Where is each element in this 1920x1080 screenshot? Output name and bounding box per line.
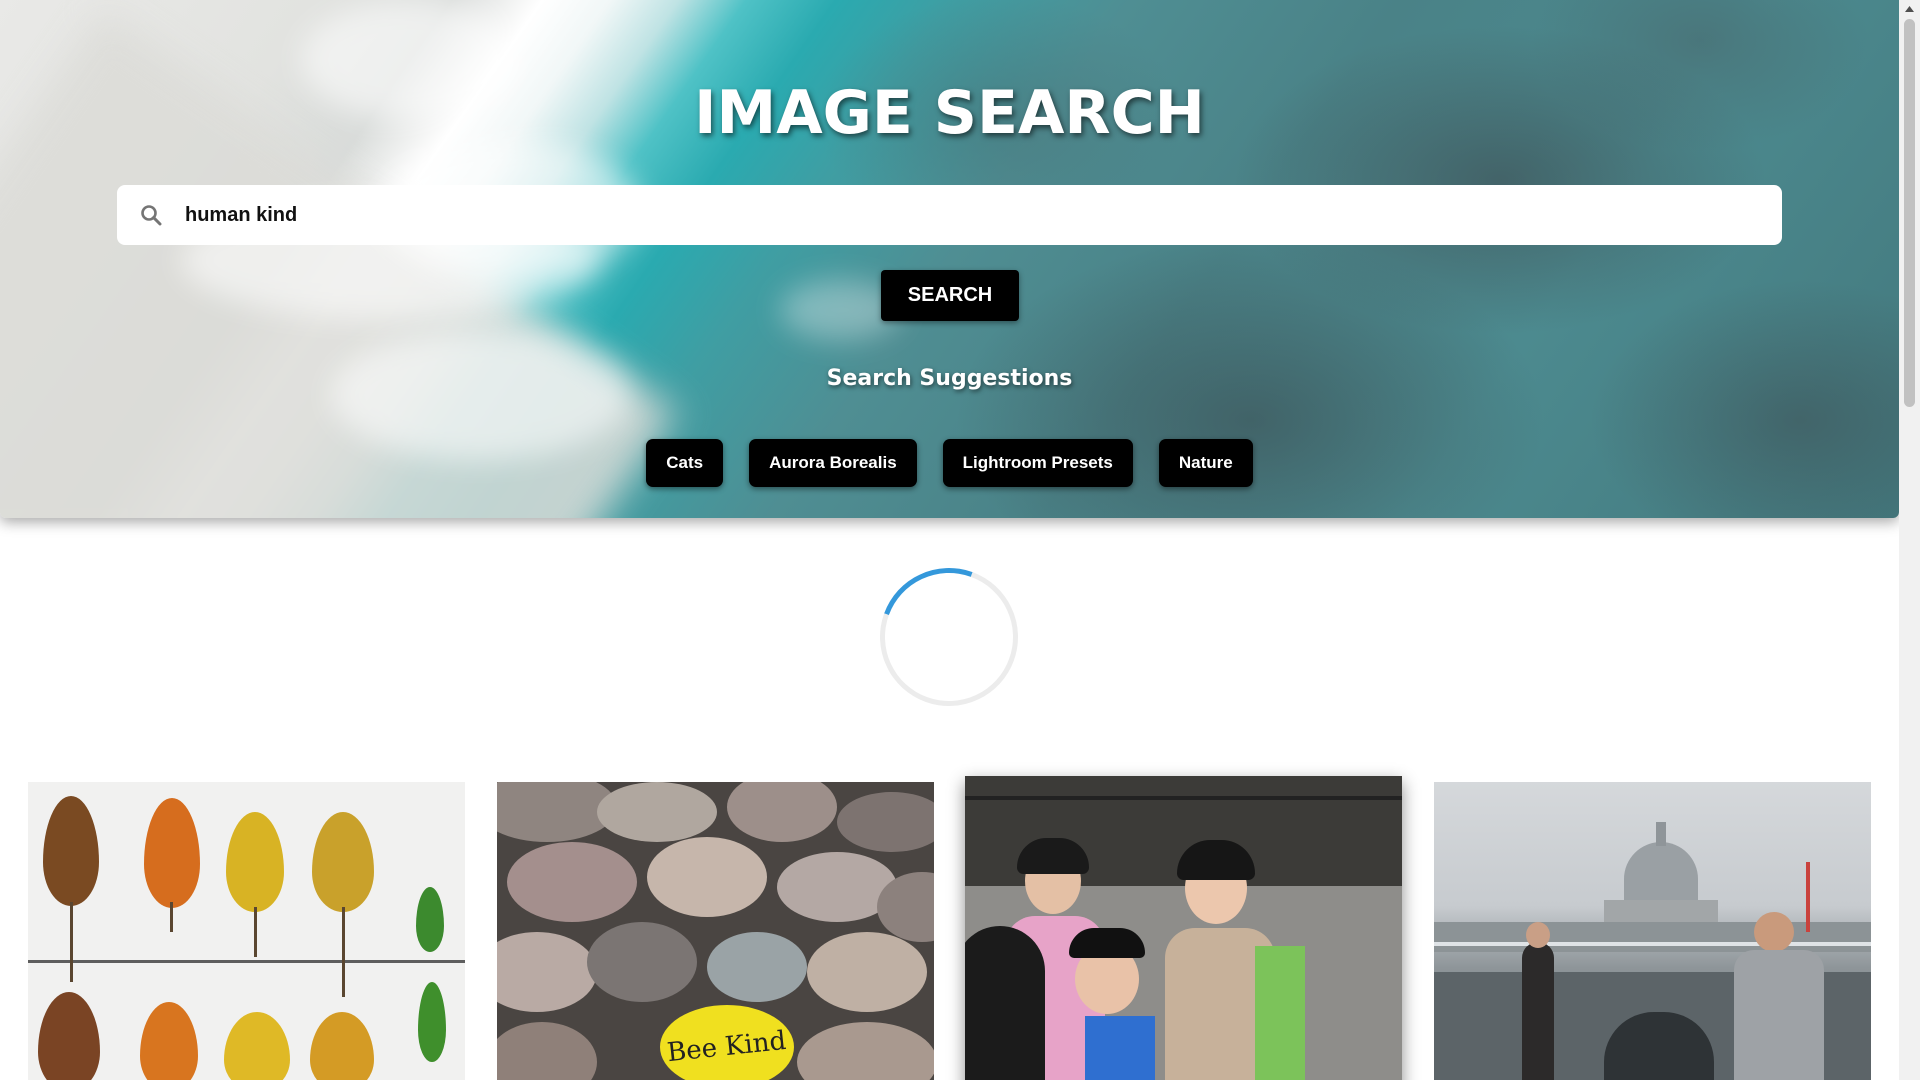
pebble-shape [797, 1022, 934, 1080]
leaf-shape [144, 798, 200, 908]
pebble-shape [497, 932, 597, 1012]
leaf-shape [226, 812, 284, 912]
person-silhouette [1522, 942, 1554, 1080]
person-clothing [1085, 1016, 1155, 1080]
scrollbar-thumb[interactable] [1904, 19, 1915, 407]
result-image-bee-kind-pebbles[interactable]: Bee Kind [497, 782, 934, 1080]
person-face [1526, 922, 1550, 948]
leaf-shape [312, 812, 374, 912]
pebble-shape [837, 792, 934, 852]
leaf-stem [70, 902, 73, 982]
crane [1806, 862, 1810, 932]
photo-divider-line [28, 960, 465, 963]
photo-background-rail [965, 796, 1402, 800]
result-image-people-smiling[interactable] [965, 776, 1402, 1080]
page: IMAGE SEARCH SEARCH Search Suggestions C… [0, 0, 1899, 1080]
bee-kind-text: Bee Kind [666, 1025, 788, 1069]
results-grid: Bee Kind [0, 0, 1899, 1080]
person-cap [1069, 928, 1145, 958]
vertical-scrollbar[interactable] [1899, 0, 1920, 1080]
result-image-london-bridge[interactable] [1434, 782, 1871, 1080]
leaf-shape [418, 982, 446, 1062]
pebble-shape [497, 1022, 597, 1080]
pebble-shape [587, 922, 697, 1002]
leaf-shape [416, 887, 444, 952]
cathedral-lantern [1656, 822, 1666, 846]
leaf-stem [342, 907, 345, 997]
leaf-shape [43, 796, 99, 906]
leaf-shape [310, 1012, 374, 1080]
person-silhouette [965, 926, 1045, 1080]
bridge-rail [1434, 942, 1871, 946]
scroll-up-icon[interactable] [1899, 0, 1920, 17]
person-face [1754, 912, 1794, 952]
pebble-shape [507, 842, 637, 922]
leaf-shape [140, 1002, 198, 1080]
pebble-shape [707, 932, 807, 1002]
person-clothing [1734, 950, 1824, 1080]
pebble-shape [597, 782, 717, 842]
person-clothing [1255, 946, 1305, 1080]
leaf-stem [170, 902, 173, 932]
leaf-shape [38, 992, 100, 1080]
leaf-shape [224, 1012, 290, 1080]
cathedral-dome [1624, 842, 1698, 902]
bee-kind-stone: Bee Kind [657, 1002, 797, 1080]
pebble-shape [727, 782, 837, 842]
result-image-autumn-leaves[interactable] [28, 782, 465, 1080]
pebble-shape [647, 837, 767, 917]
leaf-stem [254, 907, 257, 957]
pebble-shape [807, 932, 927, 1012]
